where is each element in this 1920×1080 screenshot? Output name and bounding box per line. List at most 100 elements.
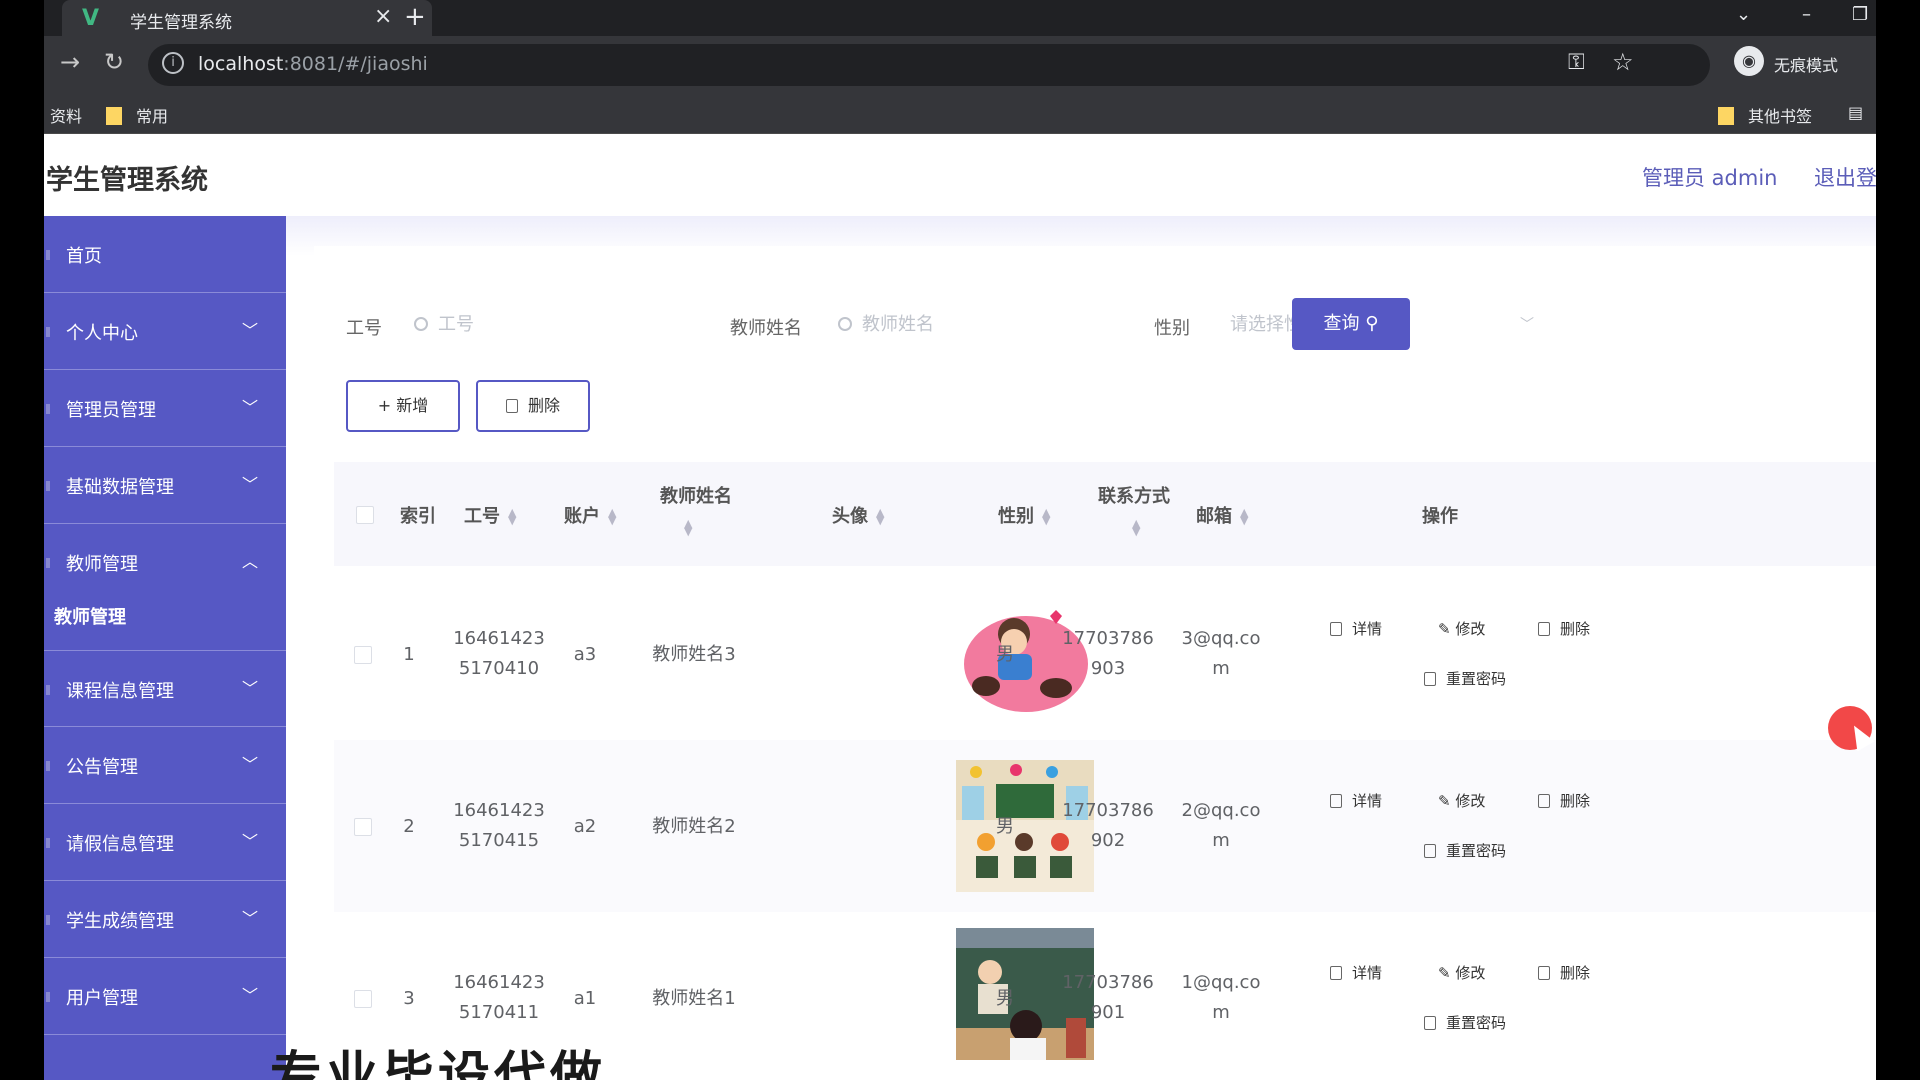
edit-button[interactable]: ✎ 修改 (1438, 618, 1485, 639)
url-text: localhost:8081/#/jiaoshi (198, 53, 428, 75)
detail-button[interactable]: 详情 (1330, 790, 1382, 811)
sort-icon: ▲ ▼ (508, 506, 517, 527)
folder-icon (106, 107, 122, 125)
sort-icon: ▲ ▼ (1240, 506, 1249, 527)
sidebar-item-notices[interactable]: 公告管理 ﹀ (44, 727, 286, 804)
cell-account: a1 (573, 988, 597, 1009)
cell-email: 2@qq.co m (1181, 800, 1261, 851)
col-avatar[interactable]: 头像 ▲ ▼ (832, 502, 884, 528)
cell-gender: 男 (996, 816, 1014, 837)
trash-icon (505, 399, 518, 413)
detail-button[interactable]: 详情 (1330, 962, 1382, 983)
detail-button[interactable]: 详情 (1330, 618, 1382, 639)
address-bar[interactable]: i localhost:8081/#/jiaoshi ⚿ ☆ (148, 44, 1710, 86)
cell-job-no: 16461423 5170411 (453, 972, 545, 1023)
reset-password-button[interactable]: 重置密码 (1424, 668, 1506, 689)
other-bookmarks-folder[interactable]: 其他书签 (1718, 103, 1812, 127)
col-actions: 操作 (1422, 506, 1458, 527)
edit-button[interactable]: ✎ 修改 (1438, 962, 1485, 983)
tab-search-chevron-icon[interactable]: ⌄ (1736, 4, 1751, 25)
back-arrow-icon[interactable]: → (60, 48, 80, 76)
sidebar-item-grades[interactable]: 学生成绩管理 ﹀ (44, 881, 286, 958)
reset-password-button[interactable]: 重置密码 (1424, 840, 1506, 861)
add-button[interactable]: + 新增 (346, 380, 460, 432)
cell-account: a3 (573, 644, 597, 665)
trash-icon (1538, 622, 1550, 636)
menu-icon (46, 761, 50, 771)
bookmark-star-icon[interactable]: ☆ (1612, 48, 1634, 76)
document-icon (1424, 672, 1436, 686)
folder-icon (1718, 107, 1734, 125)
bookmark-item[interactable]: 资料 (50, 103, 82, 127)
trash-icon (1538, 794, 1550, 808)
col-name[interactable]: 教师姓名 (660, 482, 732, 508)
row-delete-button[interactable]: 删除 (1538, 962, 1590, 983)
sidebar-item-courses[interactable]: 课程信息管理 ﹀ (44, 650, 286, 727)
col-job-no[interactable]: 工号 ▲ ▼ (464, 502, 516, 528)
sort-icon: ▲ ▼ (608, 506, 617, 527)
col-contact[interactable]: 联系方式 (1098, 482, 1170, 508)
sidebar-item-leave[interactable]: 请假信息管理 ﹀ (44, 804, 286, 881)
col-gender[interactable]: 性别 ▲ ▼ (998, 502, 1050, 528)
cell-email: 3@qq.co m (1181, 628, 1261, 679)
sidebar-item-admins[interactable]: 管理员管理 ﹀ (44, 370, 286, 447)
menu-icon (46, 250, 50, 260)
menu-icon (46, 404, 50, 414)
cell-index: 3 (403, 988, 415, 1009)
document-icon (1424, 844, 1436, 858)
row-delete-button[interactable]: 删除 (1538, 790, 1590, 811)
delete-button[interactable]: 删除 (476, 380, 590, 432)
cell-contact: 17703786 901 (1062, 972, 1154, 1023)
sidebar-item-home[interactable]: 首页 (44, 216, 286, 293)
document-icon (1424, 1016, 1436, 1030)
select-all-checkbox[interactable] (356, 506, 374, 524)
restore-icon[interactable]: ❐ (1852, 4, 1868, 25)
cell-email: 1@qq.co m (1181, 972, 1261, 1023)
reload-icon[interactable]: ↻ (104, 48, 124, 76)
table-row: 1 16461423 5170410 a3 教师姓名3 男 17703786 903… (334, 568, 1876, 740)
sort-icon[interactable]: ▲ ▼ (684, 518, 692, 537)
document-icon (1330, 622, 1342, 636)
sidebar-item-base-data[interactable]: 基础数据管理 ﹀ (44, 447, 286, 524)
cell-contact: 17703786 903 (1062, 628, 1154, 679)
chevron-down-icon: ﹀ (242, 986, 259, 1005)
menu-icon (46, 992, 50, 1002)
cell-contact: 17703786 902 (1062, 800, 1154, 851)
col-account[interactable]: 账户 ▲ ▼ (564, 502, 616, 528)
new-tab-icon[interactable]: + (404, 2, 426, 32)
site-info-icon[interactable]: i (162, 52, 184, 74)
trash-icon (1538, 966, 1550, 980)
document-icon (1330, 794, 1342, 808)
logout-link[interactable]: 退出登 (1814, 162, 1876, 192)
browser-tab[interactable]: V 学生管理系统 × (62, 0, 432, 36)
sidebar-item-profile[interactable]: 个人中心 ﹀ (44, 293, 286, 370)
edit-button[interactable]: ✎ 修改 (1438, 790, 1485, 811)
chevron-down-icon: ﹀ (242, 679, 259, 698)
sidebar-item-users[interactable]: 用户管理 ﹀ (44, 958, 286, 1035)
bookmark-folder[interactable]: 常用 (106, 103, 168, 127)
reading-list-icon[interactable]: ▤ (1848, 103, 1863, 122)
close-tab-icon[interactable]: × (374, 4, 392, 29)
menu-icon (46, 838, 50, 848)
minimize-icon[interactable]: – (1802, 4, 1811, 25)
job-no-input[interactable]: 工号 (414, 310, 714, 350)
chevron-up-icon: ︿ (242, 552, 259, 571)
row-checkbox[interactable] (354, 818, 372, 836)
submenu-teacher-management[interactable]: 教师管理 (44, 581, 286, 649)
chevron-down-icon: ﹀ (242, 832, 259, 851)
col-email[interactable]: 邮箱 ▲ ▼ (1196, 502, 1248, 528)
password-key-icon[interactable]: ⚿ (1568, 50, 1585, 75)
sort-icon[interactable]: ▲ ▼ (1132, 518, 1140, 537)
document-icon (1330, 966, 1342, 980)
pencil-icon: ✎ (1438, 792, 1451, 810)
sort-icon: ▲ ▼ (1042, 506, 1051, 527)
row-checkbox[interactable] (354, 990, 372, 1008)
table-row: 2 16461423 5170415 a2 教师姓名2 男 17703786 9… (334, 740, 1876, 912)
row-delete-button[interactable]: 删除 (1538, 618, 1590, 639)
tab-title: 学生管理系统 (130, 13, 232, 33)
reset-password-button[interactable]: 重置密码 (1424, 1012, 1506, 1033)
row-checkbox[interactable] (354, 646, 372, 664)
query-button[interactable]: 查询 ⚲ (1292, 298, 1410, 350)
job-no-label: 工号 (346, 318, 382, 339)
teacher-name-input[interactable]: 教师姓名 (838, 310, 1138, 350)
